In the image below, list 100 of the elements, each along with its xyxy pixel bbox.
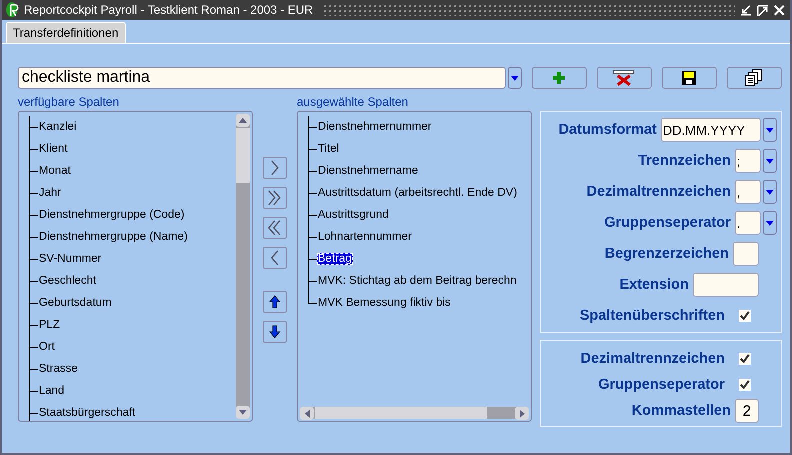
move-button[interactable] [263,157,287,179]
save-button[interactable] [662,67,717,89]
arrow-down-icon [269,325,281,339]
setting-field[interactable] [733,242,759,266]
column-item[interactable]: Betrag [317,253,353,265]
check-icon [740,354,750,364]
column-item[interactable]: Kanzlei [38,121,78,133]
tree-connector [29,270,38,292]
checkbox[interactable] [739,310,751,322]
delete-icon [613,70,636,86]
tree-connector [308,138,317,160]
column-item[interactable]: Lohnartennummer [317,231,413,243]
column-item[interactable]: Geschlecht [38,275,98,287]
copy-button[interactable] [726,67,782,89]
tree-connector [308,160,317,182]
tab[interactable]: Transferdefinitionen [6,22,126,43]
scrollbar-thumb[interactable] [236,128,250,183]
tree-connector [308,226,317,248]
setting-label: Gruppenseperator [598,377,725,393]
vertical-scrollbar[interactable] [236,114,250,419]
tree-connector [29,402,38,421]
setting-label: Begrenzerzeichen [604,246,729,262]
scroll-up-icon[interactable] [239,118,247,123]
column-item[interactable]: Ort [38,341,56,353]
tree-connector [29,138,38,160]
move-button[interactable] [263,247,287,269]
caret-icon [765,158,775,164]
checkbox[interactable] [739,379,751,391]
column-item[interactable]: PLZ [38,319,62,331]
horizontal-scrollbar[interactable] [300,407,529,419]
tree-connector [29,358,38,380]
column-item[interactable]: Austrittsgrund [317,209,390,221]
column-item[interactable]: Jahr [38,187,62,199]
tree-connector [29,380,38,402]
setting-label: Gruppenseperator [604,215,731,231]
move-button[interactable] [263,291,287,313]
tree-connector [308,204,317,226]
setting-label: Dezimaltrennzeichen [586,184,731,200]
tree-connector [29,116,38,138]
definition-field[interactable]: checkliste martina [18,67,506,89]
check-icon [740,311,750,321]
copy-icon [745,69,764,87]
setting-label: Kommastellen [632,403,731,419]
move-button[interactable] [263,187,287,209]
column-item[interactable]: Dienstnehmername [317,165,420,177]
column-item[interactable]: Staatsbürgerschaft [38,407,137,419]
scroll-down-icon[interactable] [239,410,247,415]
column-item[interactable]: Dienstnehmergruppe (Name) [38,231,189,243]
save-icon [681,70,698,86]
list-caption: verfügbare Spalten [18,95,120,111]
setting-field[interactable]: . [735,211,761,235]
tree-connector [29,292,38,314]
minimize-icon[interactable] [739,4,752,16]
tree-connector [308,182,317,204]
column-item[interactable]: Land [38,385,66,397]
setting-field[interactable]: , [735,180,761,204]
column-item[interactable]: MVK: Stichtag ab dem Beitrag berechn [317,275,518,287]
column-item[interactable]: Klient [38,143,69,155]
column-item[interactable]: SV-Nummer [38,253,103,265]
column-item[interactable]: Dienstnehmergruppe (Code) [38,209,186,221]
maximize-icon[interactable] [756,4,769,16]
move-button[interactable] [263,217,287,239]
tree-connector [29,226,38,248]
setting-field[interactable]: ; [735,149,761,173]
dropdown-button[interactable] [763,149,777,173]
check-icon [740,380,750,390]
dropdown-button[interactable] [763,118,777,142]
caret-icon [765,126,775,134]
column-item[interactable]: Dienstnehmernummer [317,121,433,133]
caret-icon [765,188,775,196]
setting-field[interactable]: 2 [735,399,759,423]
column-item[interactable]: MVK Bemessung fiktiv bis [317,297,452,309]
column-item[interactable]: Geburtsdatum [38,297,113,309]
tree-connector [29,182,38,204]
plus-icon [552,71,566,85]
setting-field[interactable] [693,273,759,297]
move-button[interactable] [263,321,287,343]
scroll-right-icon[interactable] [520,410,524,418]
delete-button[interactable] [596,67,652,89]
tree-connector [29,314,38,336]
checkbox[interactable] [739,353,751,365]
close-icon[interactable] [773,4,786,16]
dropdown-button[interactable] [508,67,522,89]
tree-connector [308,116,317,138]
double-chevron-left-icon [267,220,283,236]
chevron-left-icon [270,250,280,266]
scrollbar-thumb[interactable] [315,407,487,419]
dropdown-button[interactable] [763,180,777,204]
setting-label: Dezimaltrennzeichen [580,351,725,367]
column-item[interactable]: Strasse [38,363,79,375]
list-caption: ausgewählte Spalten [297,95,410,111]
scroll-left-icon[interactable] [304,410,310,418]
column-item[interactable]: Titel [317,143,340,155]
caret-icon [510,74,520,82]
setting-field[interactable]: DD.MM.YYYY [661,118,761,142]
column-item[interactable]: Austrittsdatum (arbeitsrechtl. Ende DV) [317,187,518,199]
column-item[interactable]: Monat [38,165,72,177]
caret-icon [765,220,775,226]
setting-label: Extension [620,277,689,293]
dropdown-button[interactable] [763,211,777,235]
